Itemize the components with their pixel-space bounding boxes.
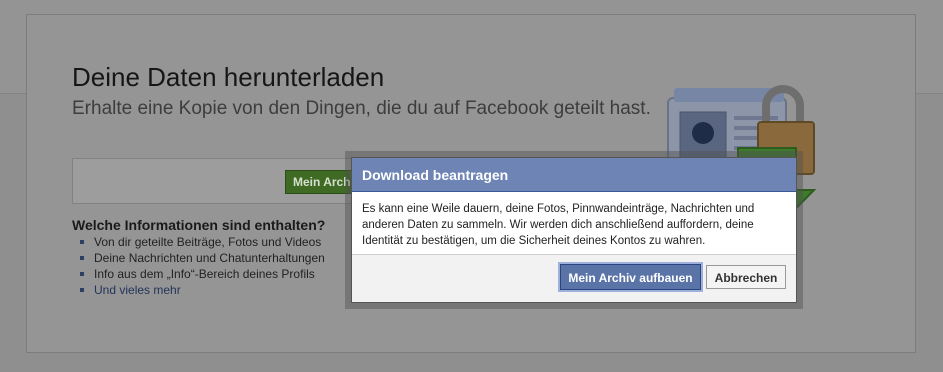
info-item-posts: Von dir geteilte Beiträge, Fotos und Vid… bbox=[80, 234, 325, 250]
start-archive-button[interactable]: Mein Archi bbox=[285, 170, 355, 194]
info-list: Von dir geteilte Beiträge, Fotos und Vid… bbox=[80, 234, 325, 298]
cancel-button[interactable]: Abbrechen bbox=[706, 265, 786, 289]
dialog-body-text: Es kann eine Weile dauern, deine Fotos, … bbox=[362, 203, 755, 247]
info-item-messages: Deine Nachrichten und Chatunterhaltungen bbox=[80, 250, 325, 266]
info-item-profile-info: Info aus dem „Info“-Bereich deines Profi… bbox=[80, 266, 325, 282]
page-title: Deine Daten herunterladen bbox=[72, 62, 385, 92]
info-heading: Welche Informationen sind enthalten? bbox=[72, 217, 326, 233]
dialog-title: Download beantragen bbox=[352, 158, 796, 192]
more-link[interactable]: Und vieles mehr bbox=[80, 282, 325, 298]
download-request-dialog: Download beantragen Es kann eine Weile d… bbox=[351, 157, 797, 303]
dialog-footer: Mein Archiv aufbauen Abbrechen bbox=[352, 254, 796, 302]
build-archive-button[interactable]: Mein Archiv aufbauen bbox=[560, 264, 701, 290]
page-subtitle: Erhalte eine Kopie von den Dingen, die d… bbox=[72, 98, 651, 119]
